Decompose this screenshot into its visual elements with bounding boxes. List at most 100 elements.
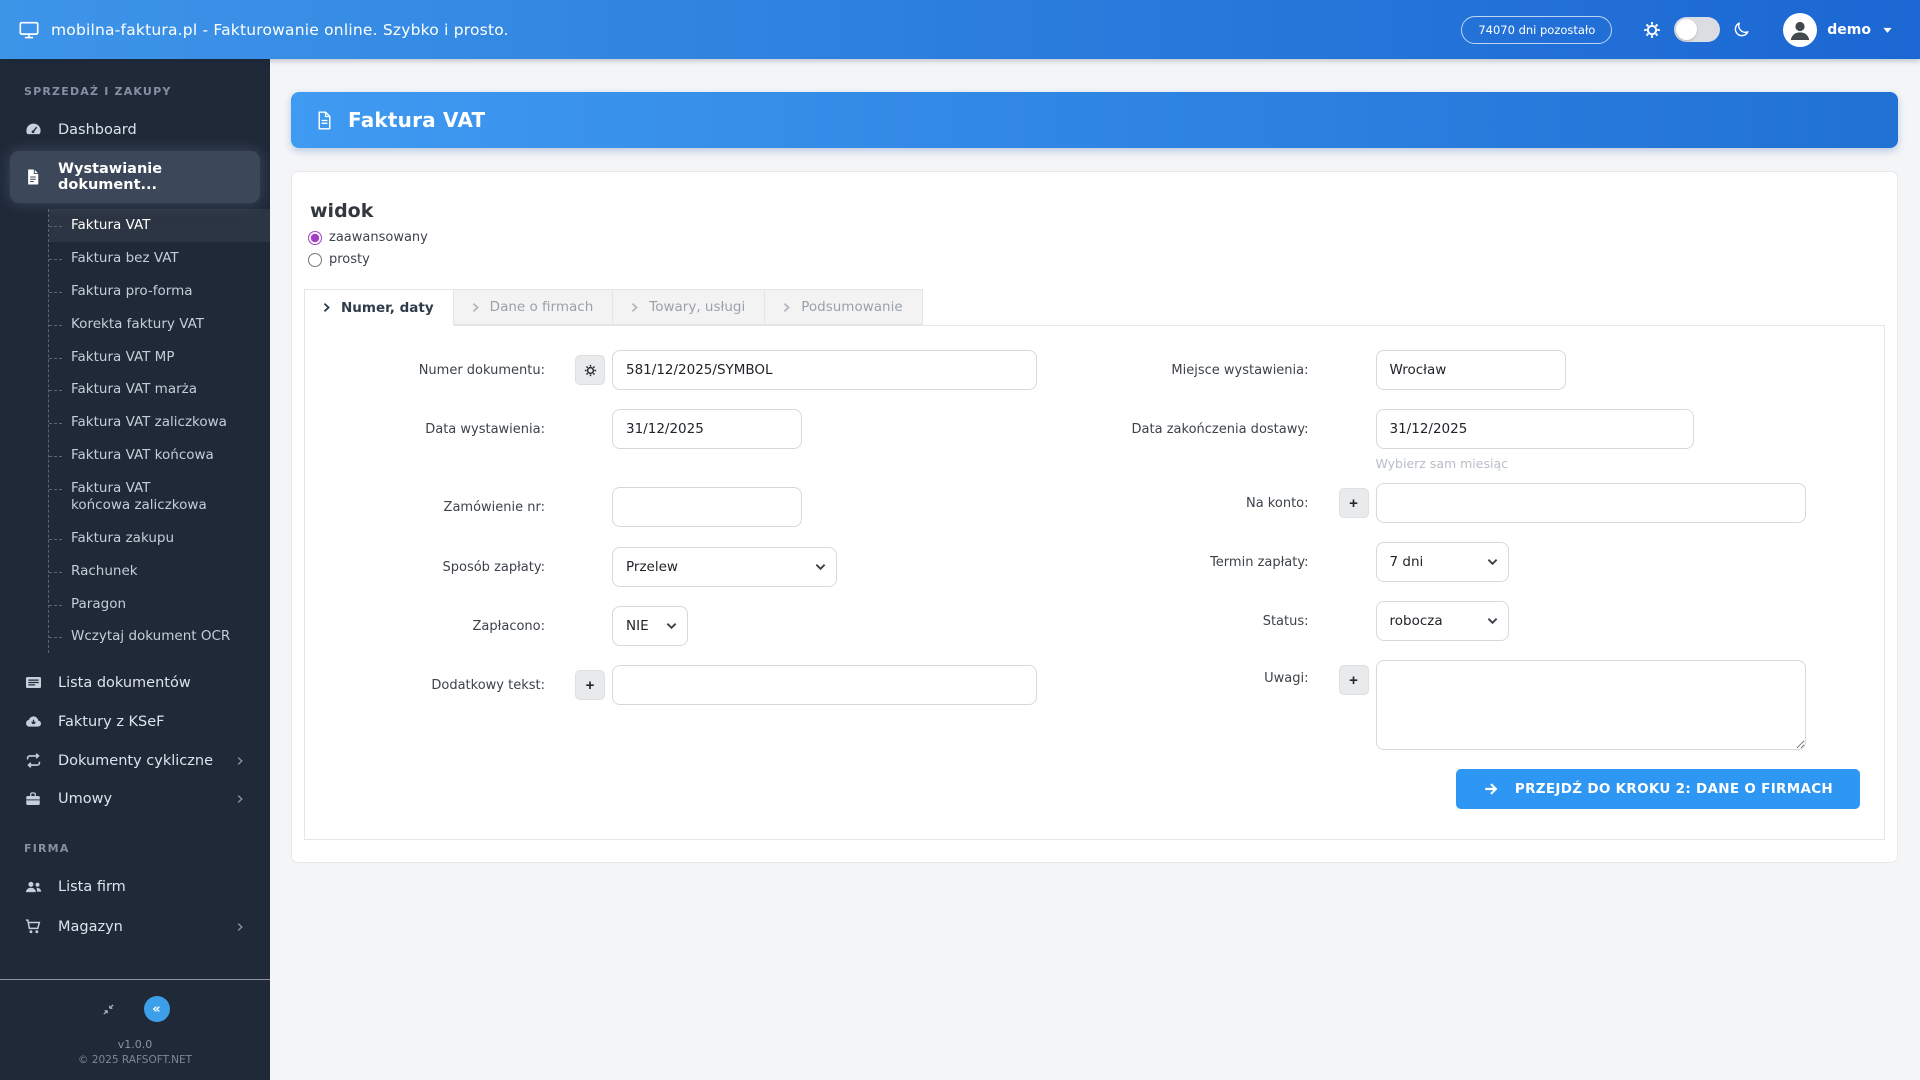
- data-wystawienia-input[interactable]: [612, 409, 802, 449]
- sidebar-footer: « v1.0.0 © 2025 RAFSOFT.NET: [0, 979, 270, 1080]
- sidebar-item-magazyn[interactable]: Magazyn: [0, 907, 270, 946]
- chevron-right-icon: [234, 755, 246, 767]
- sidebar-subitem-paragon[interactable]: Paragon: [49, 588, 270, 621]
- theme-toggle-knob[interactable]: [1676, 19, 1698, 40]
- field-label: Miejsce wystawienia:: [1171, 362, 1309, 378]
- view-option-simple[interactable]: prosty: [308, 252, 1885, 267]
- sidebar-subitem-faktura-bez-vat[interactable]: Faktura bez VAT: [49, 242, 270, 275]
- sidebar-item-label: Dashboard: [58, 121, 137, 138]
- days-remaining-badge[interactable]: 74070 dni pozostało: [1461, 15, 1613, 44]
- uwagi-textarea[interactable]: [1375, 660, 1806, 750]
- sidebar-item-label: Lista dokumentów: [58, 674, 191, 691]
- gear-icon[interactable]: [1642, 20, 1662, 40]
- field-label: Status:: [1262, 613, 1309, 629]
- app-title: mobilna-faktura.pl - Fakturowanie online…: [51, 20, 509, 39]
- sidebar-item-label: Lista firm: [58, 879, 126, 896]
- field-label: Data zakończenia dostawy:: [1131, 421, 1309, 437]
- field-data-zakonczenia: Data zakończenia dostawy: Wybierz sam mi…: [1084, 409, 1863, 471]
- tab-podsumowanie[interactable]: Podsumowanie: [764, 289, 923, 325]
- sidebar-item-umowy[interactable]: Umowy: [0, 780, 270, 818]
- moon-icon[interactable]: [1732, 20, 1751, 39]
- sidebar-section-firm: FIRMA: [24, 842, 70, 856]
- view-heading: widok: [310, 200, 374, 222]
- user-menu[interactable]: demo: [1783, 12, 1894, 47]
- list-icon: [24, 673, 43, 692]
- sidebar-subitem-faktura-vat[interactable]: Faktura VAT: [49, 209, 270, 242]
- sidebar-subitem-wczytaj-dokument-ocr[interactable]: Wczytaj dokument OCR: [49, 620, 270, 653]
- chevron-right-icon: [781, 301, 792, 314]
- field-label: Numer dokumentu:: [418, 362, 545, 378]
- topbar: mobilna-faktura.pl - Fakturowanie online…: [0, 0, 1920, 59]
- radio-advanced[interactable]: [308, 230, 322, 245]
- theme-toggle[interactable]: [1674, 17, 1721, 42]
- sidebar-item-dokumenty-cykliczne[interactable]: Dokumenty cykliczne: [0, 741, 270, 780]
- field-label: Zapłacono:: [472, 618, 545, 634]
- month-hint: Wybierz sam miesiąc: [1375, 456, 1509, 471]
- sidebar-subitem-faktura-vat-koncowa[interactable]: Faktura VAT końcowa: [49, 439, 270, 472]
- field-label: Sposób zapłaty:: [442, 559, 546, 575]
- tab-panel-numer-daty: Numer dokumentu: Data wystawienia:: [304, 325, 1885, 840]
- next-step-label: PRZEJDŹ DO KROKU 2: DANE O FIRMACH: [1514, 781, 1833, 797]
- document-icon: [314, 110, 335, 131]
- dodatkowy-tekst-input[interactable]: [612, 665, 1037, 705]
- sidebar-item-label: Faktury z KSeF: [58, 713, 165, 730]
- sposob-zaplaty-select[interactable]: Przelew: [612, 547, 837, 587]
- sidebar-subitem-faktura-vat-koncowa-zaliczkowa[interactable]: Faktura VAT końcowa zaliczkowa: [49, 472, 219, 522]
- app-version: v1.0.0: [117, 1038, 153, 1051]
- view-option-advanced[interactable]: zaawansowany: [308, 230, 1885, 245]
- sidebar-subitem-faktura-vat-zaliczkowa[interactable]: Faktura VAT zaliczkowa: [49, 406, 270, 439]
- app-brand: mobilna-faktura.pl - Fakturowanie online…: [18, 19, 509, 41]
- na-konto-input[interactable]: [1375, 483, 1806, 523]
- sidebar-item-lista-firm[interactable]: Lista firm: [0, 867, 270, 907]
- wizard-tabs: Numer, daty Dane o firmach Towary, usług…: [304, 289, 1885, 326]
- field-label: Data wystawienia:: [425, 421, 545, 437]
- add-account-button[interactable]: +: [1338, 488, 1369, 518]
- sidebar-item-label: Dokumenty cykliczne: [58, 752, 213, 769]
- sidebar-item-faktury-z-ksef[interactable]: Faktury z KSeF: [0, 702, 270, 741]
- collapse-sidebar-button[interactable]: «: [143, 996, 170, 1022]
- gauge-icon: [24, 120, 43, 139]
- copyright: © 2025 RAFSOFT.NET: [78, 1054, 192, 1066]
- miejsce-wystawienia-input[interactable]: [1375, 350, 1566, 390]
- sidebar-item-dashboard[interactable]: Dashboard: [0, 110, 270, 149]
- termin-zaplaty-select[interactable]: 7 dni: [1375, 542, 1509, 582]
- sidebar-subitem-faktura-pro-forma[interactable]: Faktura pro-forma: [49, 275, 270, 308]
- tab-label: Numer, daty: [341, 299, 434, 316]
- sidebar-subitem-faktura-vat-mp[interactable]: Faktura VAT MP: [49, 341, 270, 374]
- tab-towary-uslugi[interactable]: Towary, usługi: [612, 289, 765, 325]
- field-status: Status: robocza: [1084, 601, 1863, 641]
- sidebar-item-wystawianie-dokumentow[interactable]: Wystawianie dokument...: [10, 151, 260, 203]
- data-zakonczenia-input[interactable]: [1375, 409, 1694, 449]
- field-label: Zamówienie nr:: [443, 499, 545, 515]
- tab-numer-daty[interactable]: Numer, daty: [304, 289, 453, 326]
- field-label: Na konto:: [1245, 495, 1309, 511]
- sidebar-subitem-faktura-zakupu[interactable]: Faktura zakupu: [49, 522, 270, 555]
- field-zaplacono: Zapłacono: NIE: [305, 606, 1084, 646]
- radio-simple[interactable]: [308, 252, 322, 267]
- form-left-column: Numer dokumentu: Data wystawienia:: [305, 350, 1084, 809]
- compress-icon[interactable]: [101, 1002, 116, 1017]
- cloud-download-icon: [24, 712, 43, 731]
- add-note-button[interactable]: +: [1338, 665, 1369, 695]
- chevron-right-icon: [629, 301, 640, 314]
- zaplacono-select[interactable]: NIE: [612, 606, 688, 646]
- status-select[interactable]: robocza: [1375, 601, 1509, 641]
- briefcase-icon: [24, 790, 43, 808]
- number-settings-button[interactable]: [575, 355, 605, 385]
- numer-dokumentu-input[interactable]: [612, 350, 1037, 390]
- radio-advanced-label: zaawansowany: [329, 230, 428, 245]
- arrow-right-icon: [1483, 781, 1499, 797]
- sidebar-subitem-rachunek[interactable]: Rachunek: [49, 555, 270, 588]
- sidebar-subitem-faktura-vat-marza[interactable]: Faktura VAT marża: [49, 373, 270, 406]
- form-right-column: Miejsce wystawienia: Data zakończenia do…: [1084, 350, 1863, 809]
- plus-icon: +: [1349, 671, 1358, 689]
- tab-dane-o-firmach[interactable]: Dane o firmach: [452, 289, 613, 325]
- add-text-button[interactable]: +: [575, 670, 605, 700]
- sidebar-subitem-korekta-faktury-vat[interactable]: Korekta faktury VAT: [49, 308, 270, 341]
- field-label: Termin zapłaty:: [1210, 554, 1309, 570]
- field-label: Dodatkowy tekst:: [431, 677, 545, 693]
- zamowienie-nr-input[interactable]: [612, 487, 802, 527]
- sidebar-item-lista-dokumentow[interactable]: Lista dokumentów: [0, 663, 270, 702]
- sidebar-item-label: Umowy: [58, 791, 113, 808]
- next-step-button[interactable]: PRZEJDŹ DO KROKU 2: DANE O FIRMACH: [1455, 769, 1860, 809]
